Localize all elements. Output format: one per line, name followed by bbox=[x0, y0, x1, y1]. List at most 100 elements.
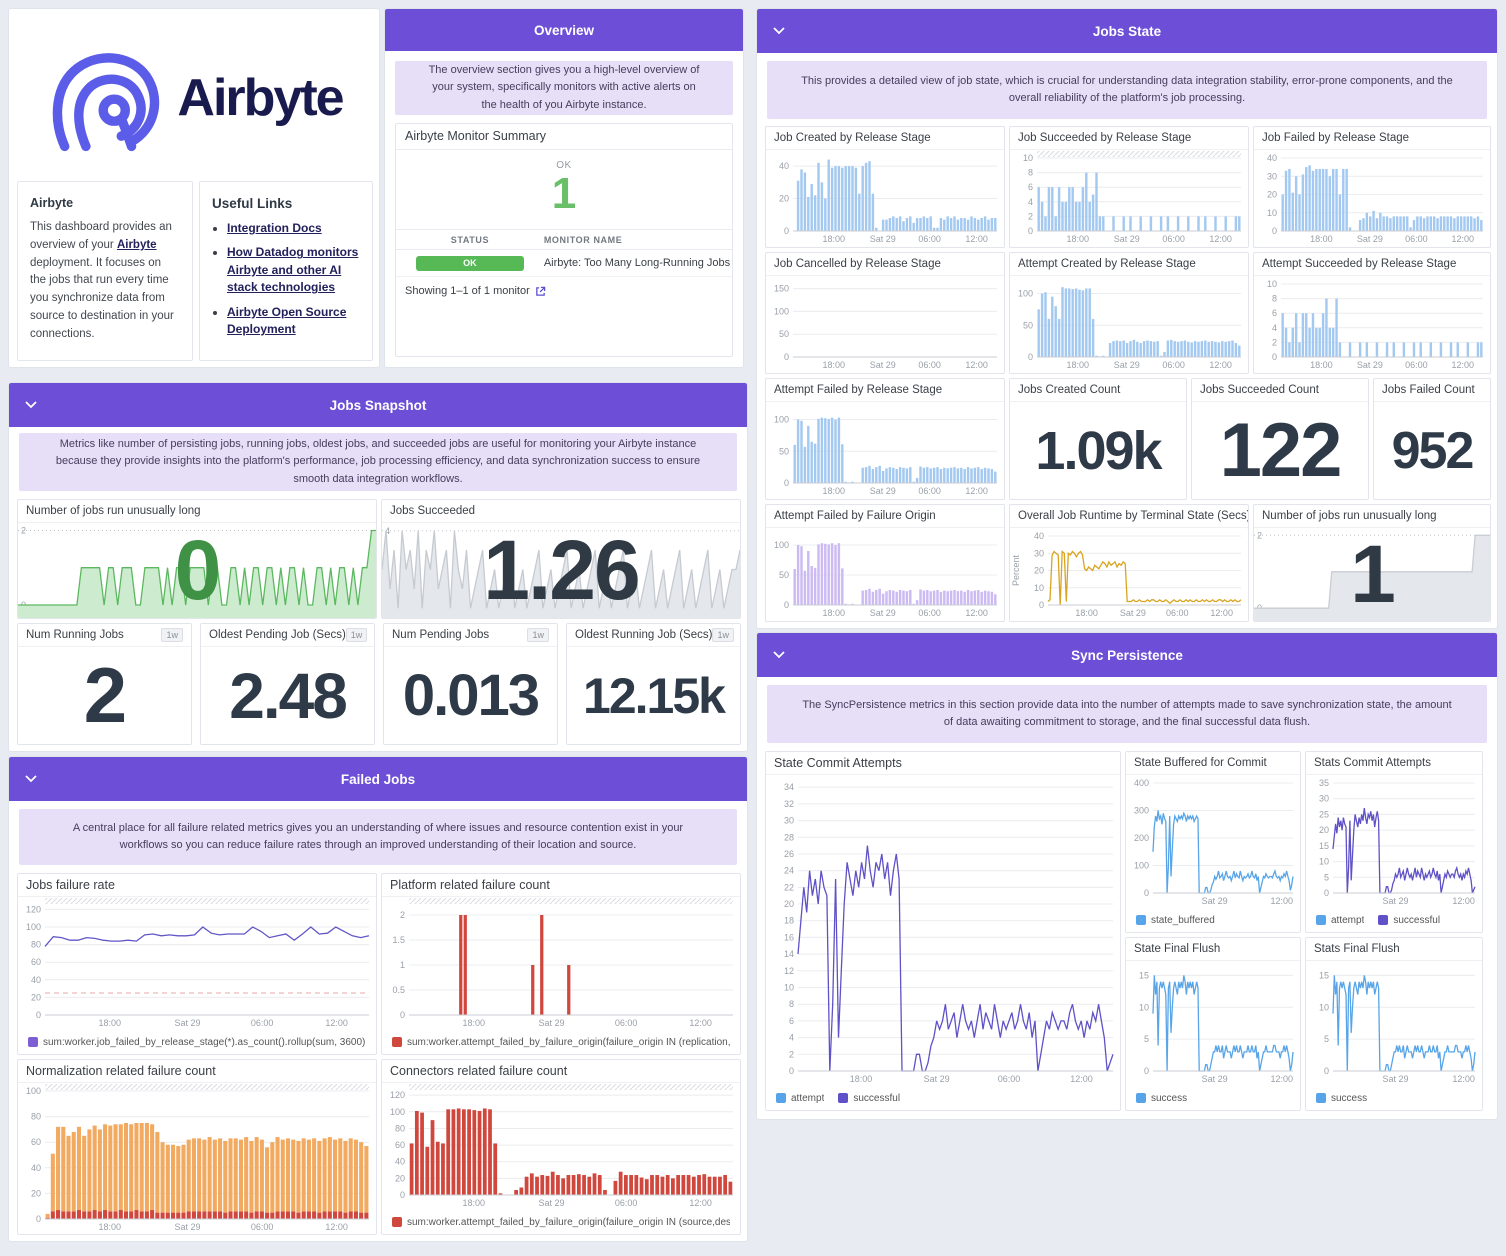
svg-text:0: 0 bbox=[400, 1010, 405, 1020]
svg-text:06:00: 06:00 bbox=[918, 234, 941, 244]
external-link-icon[interactable] bbox=[535, 286, 546, 297]
jobs-state-header[interactable]: Jobs State bbox=[757, 9, 1497, 53]
unusual-jobs-left-plot[interactable]: 02 0 bbox=[18, 523, 376, 618]
chart-title: Job Succeeded by Release Stage bbox=[1010, 127, 1248, 150]
state-buffered-plot[interactable]: 0 100 200 300 400 Sat 29 12:00 bbox=[1126, 775, 1300, 908]
legend-item[interactable]: sum:worker.attempt_failed_by_failure_ori… bbox=[392, 1037, 730, 1048]
legend-swatch bbox=[1136, 1093, 1146, 1103]
legend-item[interactable]: sum:worker.attempt_failed_by_failure_ori… bbox=[392, 1217, 730, 1228]
svg-text:2: 2 bbox=[1272, 337, 1277, 347]
svg-text:100: 100 bbox=[774, 306, 789, 316]
open-source-deployment-link[interactable]: Airbyte Open Source Deployment bbox=[227, 305, 346, 336]
svg-text:0: 0 bbox=[1272, 226, 1277, 236]
svg-text:10: 10 bbox=[784, 983, 794, 993]
legend-swatch bbox=[1136, 915, 1146, 925]
job-runtime-plot[interactable]: 0 10 20 30 40 Percent 18:00 Sat 29 06:00 12:00 bbox=[1010, 528, 1248, 620]
job-succeeded-plot[interactable]: 0 2 4 6 8 10 18:00 Sat 29 06:00 12:00 bbox=[1010, 150, 1248, 246]
svg-text:120: 120 bbox=[26, 904, 41, 914]
jobs-state-note: This provides a detailed view of job sta… bbox=[767, 61, 1487, 119]
svg-text:5: 5 bbox=[1324, 1034, 1329, 1044]
monitor-footer: Showing 1–1 of 1 monitor bbox=[396, 277, 732, 305]
svg-text:100: 100 bbox=[26, 922, 41, 932]
svg-text:12:00: 12:00 bbox=[1070, 1074, 1093, 1084]
job-failed-plot[interactable]: 0 10 20 30 40 18:00 Sat 29 06:00 12:00 bbox=[1254, 150, 1490, 246]
chart-attempt-created: Attempt Created by Release Stage 0 50 100 1… bbox=[1009, 252, 1249, 374]
svg-text:6: 6 bbox=[1028, 182, 1033, 192]
connectors-failure-plot[interactable]: 0 20 40 60 80 100 120 18:00 Sat 29 06:00 12:00 bbox=[382, 1083, 740, 1210]
jobs-snapshot-header[interactable]: Jobs Snapshot bbox=[9, 383, 747, 427]
platform-failure-plot[interactable]: 0 0.5 1 1.5 2 18:00 Sat 29 06:00 12:00 bbox=[382, 897, 740, 1030]
attempt-failed-origin-plot[interactable]: 0 50 100 18:00 Sat 29 06:00 12:00 bbox=[766, 528, 1004, 620]
svg-text:35: 35 bbox=[1319, 778, 1329, 788]
chevron-down-icon[interactable] bbox=[773, 651, 785, 659]
legend-item[interactable]: sum:worker.job_failed_by_release_stage(*… bbox=[28, 1037, 366, 1048]
monitor-row[interactable]: OK Airbyte: Too Many Long-Running Jobs bbox=[396, 250, 732, 277]
attempt-created-plot[interactable]: 0 50 100 18:00 Sat 29 06:00 12:00 bbox=[1010, 276, 1248, 372]
svg-text:06:00: 06:00 bbox=[998, 1074, 1021, 1084]
airbyte-link[interactable]: Airbyte bbox=[117, 239, 157, 251]
normalization-failure-plot[interactable]: 0 20 40 60 80 100 18:00 Sat 29 06:00 12:00 bbox=[18, 1083, 376, 1234]
datadog-monitors-link[interactable]: How Datadog monitors Airbyte and other A… bbox=[227, 245, 358, 294]
list-item: Airbyte Open Source Deployment bbox=[227, 304, 360, 339]
chart-title: Attempt Failed by Failure Origin bbox=[766, 505, 1004, 528]
chart-job-succeeded: Job Succeeded by Release Stage 0 2 4 6 8 10 18… bbox=[1009, 126, 1249, 248]
state-final-flush-plot[interactable]: 0 5 10 15 Sat 29 12:00 bbox=[1126, 961, 1300, 1086]
chevron-down-icon[interactable] bbox=[773, 27, 785, 35]
failed-jobs-header[interactable]: Failed Jobs bbox=[9, 757, 747, 801]
svg-text:40: 40 bbox=[395, 1157, 405, 1167]
chevron-down-icon[interactable] bbox=[25, 401, 37, 409]
monitor-name[interactable]: Airbyte: Too Many Long-Running Jobs bbox=[544, 257, 730, 269]
svg-text:8: 8 bbox=[1028, 168, 1033, 178]
job-created-plot[interactable]: 0 20 40 18:00 Sat 29 06:00 12:00 bbox=[766, 150, 1004, 246]
chart-legend: success bbox=[1126, 1086, 1300, 1110]
sync-persistence-title: Sync Persistence bbox=[1071, 647, 1183, 663]
svg-text:10: 10 bbox=[1023, 153, 1033, 163]
chart-job-created: Job Created by Release Stage 0 20 40 18:00 S… bbox=[765, 126, 1005, 248]
stats-commit-attempts-plot[interactable]: 0 5 10 15 20 25 30 35 Sat 29 12:00 bbox=[1306, 775, 1482, 908]
integration-docs-link[interactable]: Integration Docs bbox=[227, 221, 322, 235]
unusual-jobs-right-plot[interactable]: 02 1 bbox=[1254, 528, 1490, 621]
jobs-succeeded-snapshot-plot[interactable]: 04 1.26 bbox=[382, 523, 740, 618]
svg-text:40: 40 bbox=[31, 1163, 41, 1173]
svg-text:12:00: 12:00 bbox=[965, 486, 988, 496]
legend-label: sum:worker.attempt_failed_by_failure_ori… bbox=[407, 1036, 730, 1048]
svg-text:40: 40 bbox=[31, 975, 41, 985]
stats-final-flush-plot[interactable]: 0 5 10 15 Sat 29 12:00 bbox=[1306, 961, 1482, 1086]
svg-text:18:00: 18:00 bbox=[1067, 234, 1090, 244]
chart-unusual-jobs-left: Number of jobs run unusually long 02 0 bbox=[17, 499, 377, 619]
legend-swatch bbox=[392, 1217, 402, 1227]
legend-item[interactable]: successful bbox=[838, 1093, 900, 1104]
legend-label: successful bbox=[1393, 914, 1441, 926]
timeframe-badge: 1w bbox=[712, 628, 734, 642]
jobs-failure-rate-plot[interactable]: 0 20 40 60 80 100 120 18:00 Sat 29 06:00 12:00 bbox=[18, 897, 376, 1030]
legend-item[interactable]: successful bbox=[1378, 915, 1440, 926]
num-running-jobs-value: 2 bbox=[83, 651, 127, 739]
legend-item[interactable]: success bbox=[1316, 1093, 1367, 1104]
list-item: How Datadog monitors Airbyte and other A… bbox=[227, 244, 360, 296]
attempt-succeeded-plot[interactable]: 0 2 4 6 8 10 18:00 Sat 29 06:00 12:00 bbox=[1254, 276, 1490, 372]
svg-text:18:00: 18:00 bbox=[823, 608, 846, 618]
state-commit-attempts-plot[interactable]: 0 2 4 6 8 10 12 14 16 18 20 22 24 26 28 30 32 34 18:00 Sat … bbox=[766, 775, 1120, 1086]
legend-item[interactable]: success bbox=[1136, 1093, 1187, 1104]
svg-text:12:00: 12:00 bbox=[1210, 608, 1233, 618]
svg-text:6: 6 bbox=[1272, 308, 1277, 318]
legend-item[interactable]: attempt bbox=[1316, 915, 1364, 926]
ok-status-pill[interactable]: OK bbox=[415, 255, 524, 271]
svg-text:20: 20 bbox=[784, 899, 794, 909]
chevron-down-icon[interactable] bbox=[25, 775, 37, 783]
attempt-failed-release-plot[interactable]: 0 50 100 18:00 Sat 29 06:00 12:00 bbox=[766, 402, 1004, 498]
legend-item[interactable]: state_buffered bbox=[1136, 915, 1215, 926]
list-item: Integration Docs bbox=[227, 220, 360, 237]
legend-label: sum:worker.attempt_failed_by_failure_ori… bbox=[407, 1216, 730, 1228]
overview-header[interactable]: Overview bbox=[385, 9, 743, 51]
svg-text:Sat 29: Sat 29 bbox=[870, 608, 896, 618]
legend-swatch bbox=[1316, 915, 1326, 925]
svg-text:100: 100 bbox=[390, 1107, 405, 1117]
legend-item[interactable]: attempt bbox=[776, 1093, 824, 1104]
sync-persistence-header[interactable]: Sync Persistence bbox=[757, 633, 1497, 677]
about-card: Airbyte This dashboard provides an overv… bbox=[17, 181, 193, 361]
num-running-jobs-card: Num Running Jobs 1w 2 bbox=[17, 623, 192, 745]
job-cancelled-plot[interactable]: 0 50 100 150 18:00 Sat 29 06:00 12:00 bbox=[766, 276, 1004, 372]
svg-text:15: 15 bbox=[1319, 841, 1329, 851]
svg-text:18:00: 18:00 bbox=[1075, 608, 1098, 618]
